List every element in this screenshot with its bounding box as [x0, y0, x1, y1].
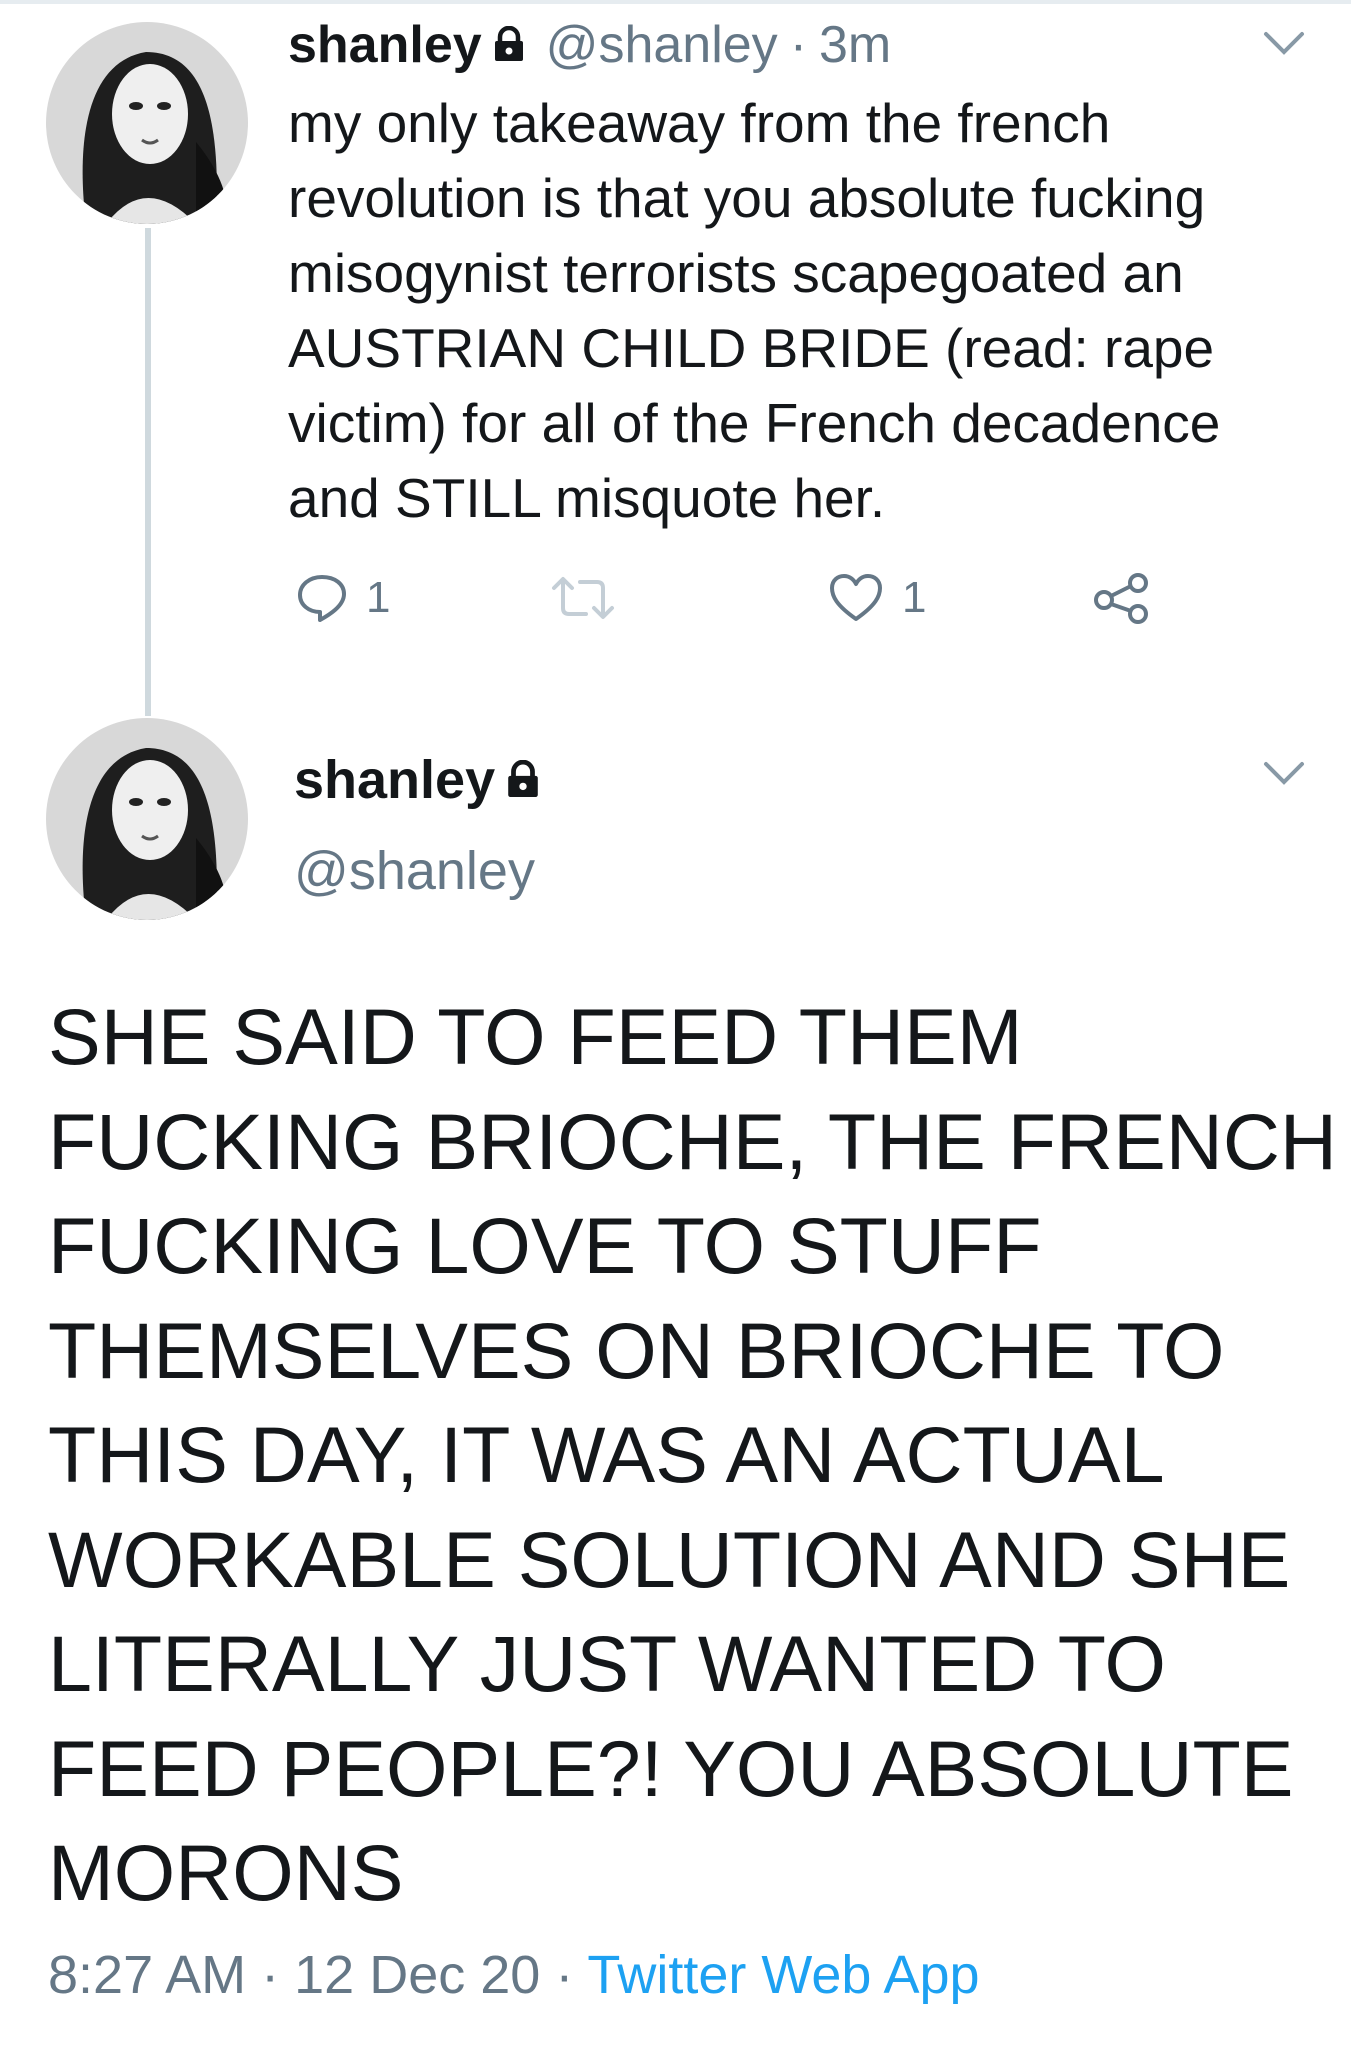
tweet-text: SHE SAID TO FEED THEM FUCKING BRIOCHE, T… — [48, 992, 1337, 1917]
top-divider — [0, 0, 1351, 4]
share-icon — [1090, 572, 1154, 624]
tweet-meta: 8:27 AM · 12 Dec 20 · Twitter Web App — [48, 1944, 980, 2006]
reply-header: shanley @shanley · 3m — [288, 14, 891, 76]
lock-icon — [492, 15, 526, 75]
handle[interactable]: @shanley — [294, 840, 535, 902]
handle[interactable]: @shanley — [546, 15, 778, 75]
timestamp[interactable]: 8:27 AM — [48, 1945, 246, 2005]
separator: · — [789, 16, 808, 74]
avatar[interactable] — [46, 22, 248, 224]
share-button[interactable] — [1090, 572, 1154, 624]
display-name[interactable]: shanley — [294, 749, 495, 811]
tweet-actions: 1 1 — [288, 572, 1188, 632]
avatar[interactable] — [46, 718, 248, 920]
date[interactable]: 12 Dec 20 — [294, 1945, 540, 2005]
reply-button[interactable]: 1 — [296, 572, 390, 624]
reply-count: 1 — [366, 573, 391, 622]
separator: · — [261, 1945, 280, 2005]
source-link[interactable]: Twitter Web App — [587, 1945, 979, 2005]
chevron-down-icon[interactable] — [1262, 760, 1306, 788]
thread-connector-line — [145, 228, 151, 716]
chevron-down-icon[interactable] — [1262, 30, 1306, 58]
like-count: 1 — [902, 573, 927, 622]
display-name[interactable]: shanley — [288, 15, 482, 75]
like-icon — [828, 572, 884, 624]
tweet-text: my only takeaway from the french revolut… — [288, 92, 1221, 529]
retweet-icon — [550, 572, 616, 624]
separator: · — [555, 1945, 574, 2005]
timestamp[interactable]: 3m — [819, 15, 891, 75]
reply-icon — [296, 572, 348, 624]
retweet-button[interactable] — [550, 572, 634, 624]
like-button[interactable]: 1 — [828, 572, 926, 624]
lock-icon — [505, 749, 541, 811]
main-tweet-header: shanley — [294, 749, 541, 811]
